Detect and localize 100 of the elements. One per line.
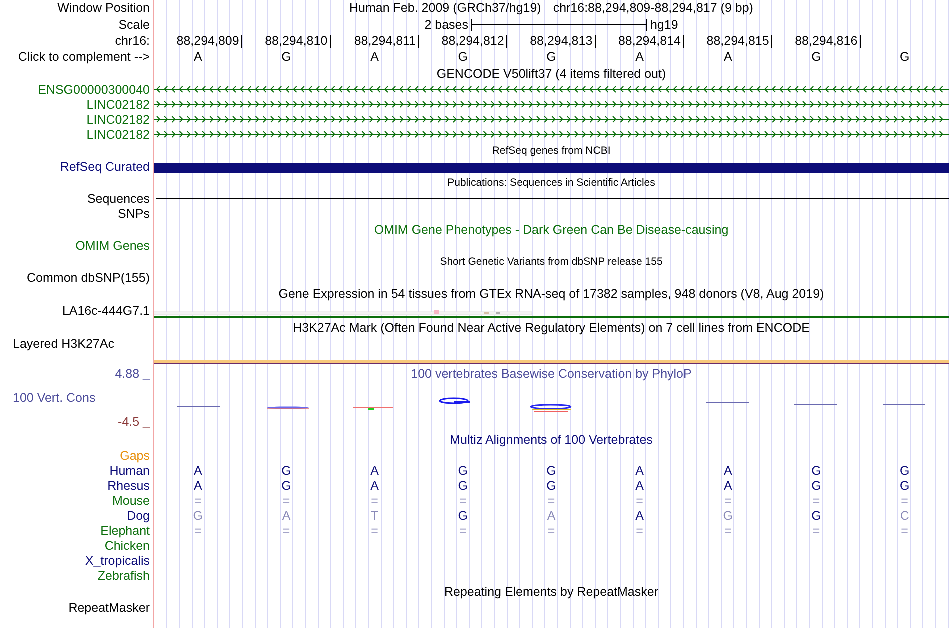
alignment-base: G bbox=[546, 478, 556, 492]
alignment-base: = bbox=[812, 524, 820, 538]
alignment-base: = bbox=[636, 494, 644, 508]
ruler-coordinate: 88,294,814 bbox=[618, 34, 684, 48]
axis-min-label: -4.5 _ bbox=[117, 415, 152, 429]
ruler-coordinate: 88,294,816 bbox=[795, 34, 861, 48]
track-title: H3K27Ac Mark (Often Found Near Active Regulatory Elements) on 7 cell lines from ENCODE bbox=[292, 320, 811, 334]
track-title: GENCODE V50lift37 (4 items filtered out) bbox=[436, 66, 668, 80]
gene-label[interactable]: LINC02182 bbox=[0, 98, 153, 112]
alignment-base: = bbox=[371, 524, 378, 538]
ruler-coordinate: 88,294,810 bbox=[265, 34, 331, 48]
alignment-base: = bbox=[724, 524, 732, 538]
base-letter: G bbox=[900, 50, 910, 64]
track-title: Short Genetic Variants from dbSNP release 155 bbox=[439, 256, 664, 268]
track-label[interactable]: OMIM Genes bbox=[0, 238, 153, 252]
alignment-base: G bbox=[812, 478, 822, 492]
alignment-base: = bbox=[636, 524, 644, 538]
track-label[interactable]: Sequences bbox=[0, 192, 153, 206]
alignment-base: = bbox=[901, 494, 908, 508]
base-letter: A bbox=[636, 50, 644, 64]
ruler-coordinate: 88,294,815 bbox=[706, 34, 772, 48]
species-label[interactable]: Chicken bbox=[0, 538, 153, 552]
position-range[interactable]: chr16:88,294,809-88,294,817 (9 bp) bbox=[553, 1, 754, 15]
species-label[interactable]: X_tropicalis bbox=[0, 554, 153, 568]
alignment-base: = bbox=[548, 524, 556, 538]
track-title: Multiz Alignments of 100 Vertebrates bbox=[449, 432, 654, 446]
alignment-base: = bbox=[901, 524, 908, 538]
base-letter: A bbox=[724, 50, 732, 64]
ruler-coordinate: 88,294,809 bbox=[176, 34, 242, 48]
track-label[interactable]: Layered H3K27Ac bbox=[0, 336, 153, 351]
complement-link[interactable]: Click to complement --> bbox=[0, 50, 153, 64]
assembly-label: hg19 bbox=[650, 18, 678, 32]
alignment-base: = bbox=[460, 524, 467, 538]
alignment-base: G bbox=[546, 464, 556, 478]
alignment-base: A bbox=[636, 478, 644, 492]
alignment-base: = bbox=[282, 494, 290, 508]
species-label[interactable]: Dog bbox=[0, 508, 153, 522]
alignment-base: G bbox=[812, 508, 822, 522]
alignment-base: = bbox=[371, 494, 378, 508]
alignment-base: A bbox=[636, 508, 644, 522]
alignment-base: G bbox=[282, 464, 292, 478]
track-title: Repeating Elements by RepeatMasker bbox=[443, 584, 660, 598]
alignment-base: T bbox=[371, 508, 379, 522]
species-label[interactable]: Mouse bbox=[0, 494, 153, 508]
alignment-base: = bbox=[194, 524, 202, 538]
alignment-base: A bbox=[282, 508, 291, 522]
species-label[interactable]: Rhesus bbox=[0, 478, 153, 492]
alignment-base: G bbox=[282, 478, 292, 492]
alignment-base: G bbox=[900, 464, 910, 478]
alignment-base: G bbox=[193, 508, 204, 522]
alignment-base: A bbox=[370, 478, 379, 492]
alignment-base: G bbox=[458, 464, 468, 478]
track-label[interactable]: SNPs bbox=[0, 206, 153, 220]
alignment-base: A bbox=[370, 464, 379, 478]
gene-label[interactable]: LINC02182 bbox=[0, 128, 153, 142]
alignment-base: G bbox=[458, 508, 468, 522]
row-label: chr16: bbox=[114, 34, 151, 48]
alignment-base: A bbox=[194, 478, 202, 492]
alignment-base: = bbox=[282, 524, 290, 538]
base-letter: G bbox=[282, 50, 292, 64]
alignment-base: G bbox=[900, 478, 910, 492]
ruler-coordinate: 88,294,811 bbox=[354, 34, 419, 48]
alignment-base: = bbox=[812, 494, 820, 508]
alignment-base: A bbox=[724, 478, 732, 492]
alignment-base: = bbox=[194, 494, 202, 508]
species-label[interactable]: Elephant bbox=[0, 524, 153, 538]
track-label[interactable]: RepeatMasker bbox=[0, 600, 153, 614]
scale-length: 2 bases bbox=[424, 18, 468, 32]
alignment-base: G bbox=[458, 478, 468, 492]
base-letter: A bbox=[370, 50, 379, 64]
alignment-base: C bbox=[900, 508, 910, 522]
alignment-base: G bbox=[812, 464, 822, 478]
track-label[interactable]: LA16c-444G7.1 bbox=[0, 304, 153, 318]
row-label: Window Position bbox=[56, 1, 151, 15]
axis-max-label: 4.88 _ bbox=[114, 367, 152, 381]
gene-label[interactable]: ENSG00000300040 bbox=[0, 82, 153, 96]
base-letter: G bbox=[812, 50, 822, 64]
track-label[interactable]: Common dbSNP(155) bbox=[0, 270, 153, 284]
alignment-base: = bbox=[724, 494, 732, 508]
alignment-base: G bbox=[723, 508, 734, 522]
track-label[interactable]: 100 Vert. Cons bbox=[0, 391, 153, 405]
assembly-name: Human Feb. 2009 (GRCh37/hg19) bbox=[350, 1, 542, 15]
ruler-coordinate: 88,294,812 bbox=[442, 34, 508, 48]
ruler-coordinate: 88,294,813 bbox=[530, 34, 596, 48]
species-label[interactable]: Zebrafish bbox=[0, 568, 153, 582]
gene-label[interactable]: LINC02182 bbox=[0, 112, 153, 126]
base-letter: G bbox=[546, 50, 556, 64]
alignment-base: A bbox=[194, 464, 202, 478]
alignment-base: = bbox=[548, 494, 556, 508]
row-label: Scale bbox=[118, 18, 151, 32]
species-label[interactable]: Human bbox=[0, 464, 153, 478]
track-title: 100 vertebrates Basewise Conservation by PhyloP bbox=[410, 367, 693, 381]
alignment-base: A bbox=[636, 464, 644, 478]
track-label[interactable]: RefSeq Curated bbox=[0, 160, 153, 174]
track-title: Publications: Sequences in Scientific Articles bbox=[446, 176, 656, 188]
track-title: Gene Expression in 54 tissues from GTEx RNA-seq of 17382 samples, 948 donors (V8, Aug 2019) bbox=[278, 286, 826, 300]
base-letter: G bbox=[458, 50, 468, 64]
alignment-base: A bbox=[724, 464, 732, 478]
alignment-base: = bbox=[460, 494, 467, 508]
track-title: OMIM Gene Phenotypes - Dark Green Can Be Disease-causing bbox=[373, 222, 730, 236]
